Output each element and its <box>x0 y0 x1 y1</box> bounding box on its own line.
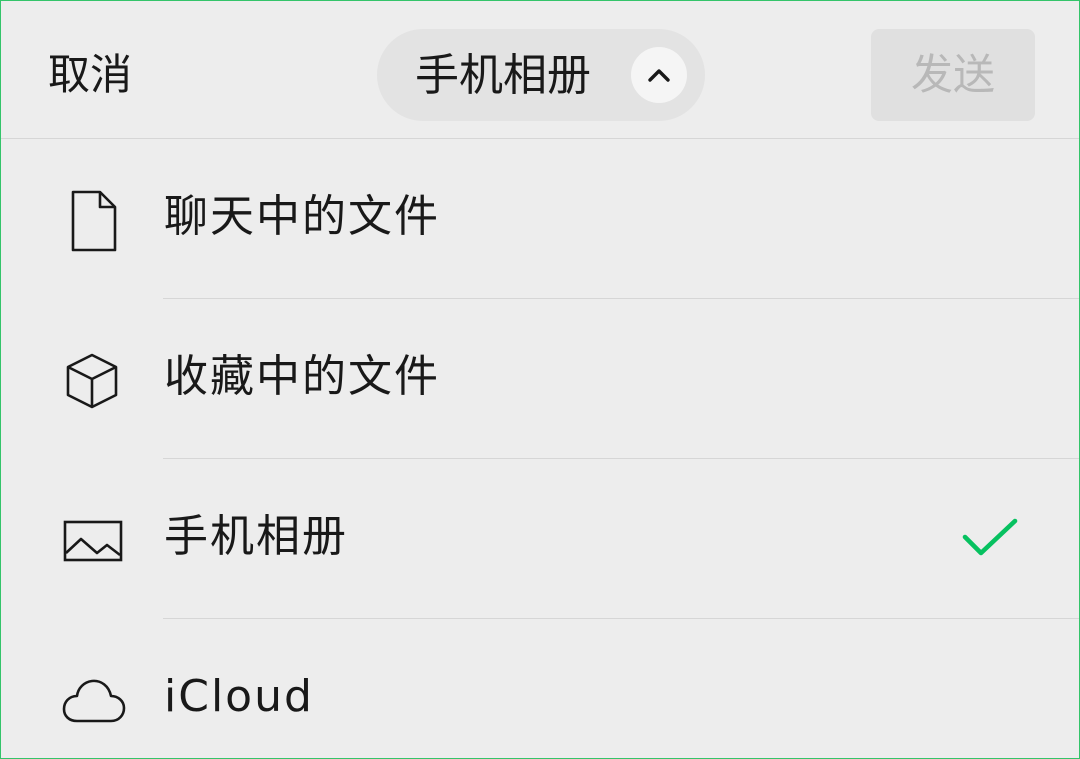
selected-check-icon <box>959 513 1021 567</box>
list-item-phone-album[interactable]: 手机相册 <box>1 459 1079 619</box>
source-selector-button[interactable]: 手机相册 <box>377 29 705 121</box>
image-icon <box>61 509 125 573</box>
header-bar: 取消 手机相册 发送 <box>1 1 1079 139</box>
list-item-icloud[interactable]: iCloud <box>1 619 1079 758</box>
source-list: 聊天中的文件 收藏中的文件 手机相册 iCloud <box>1 139 1079 758</box>
list-item-favorite-files[interactable]: 收藏中的文件 <box>1 299 1079 459</box>
cube-icon <box>61 349 125 413</box>
chevron-up-icon <box>631 47 687 103</box>
file-source-sheet: 取消 手机相册 发送 聊天中的文件 收藏中的文件 手机相册 iCloud <box>0 0 1080 759</box>
source-selector-label: 手机相册 <box>415 50 591 101</box>
send-button-label: 发送 <box>910 50 995 99</box>
document-icon <box>61 189 125 253</box>
list-item-label: 聊天中的文件 <box>164 191 440 242</box>
cancel-button[interactable]: 取消 <box>48 47 132 103</box>
cloud-icon <box>61 669 126 733</box>
list-item-label: iCloud <box>164 671 314 722</box>
list-item-label: 收藏中的文件 <box>164 351 440 402</box>
send-button[interactable]: 发送 <box>871 29 1035 121</box>
list-item-chat-files[interactable]: 聊天中的文件 <box>1 139 1079 299</box>
list-item-label: 手机相册 <box>164 511 348 562</box>
